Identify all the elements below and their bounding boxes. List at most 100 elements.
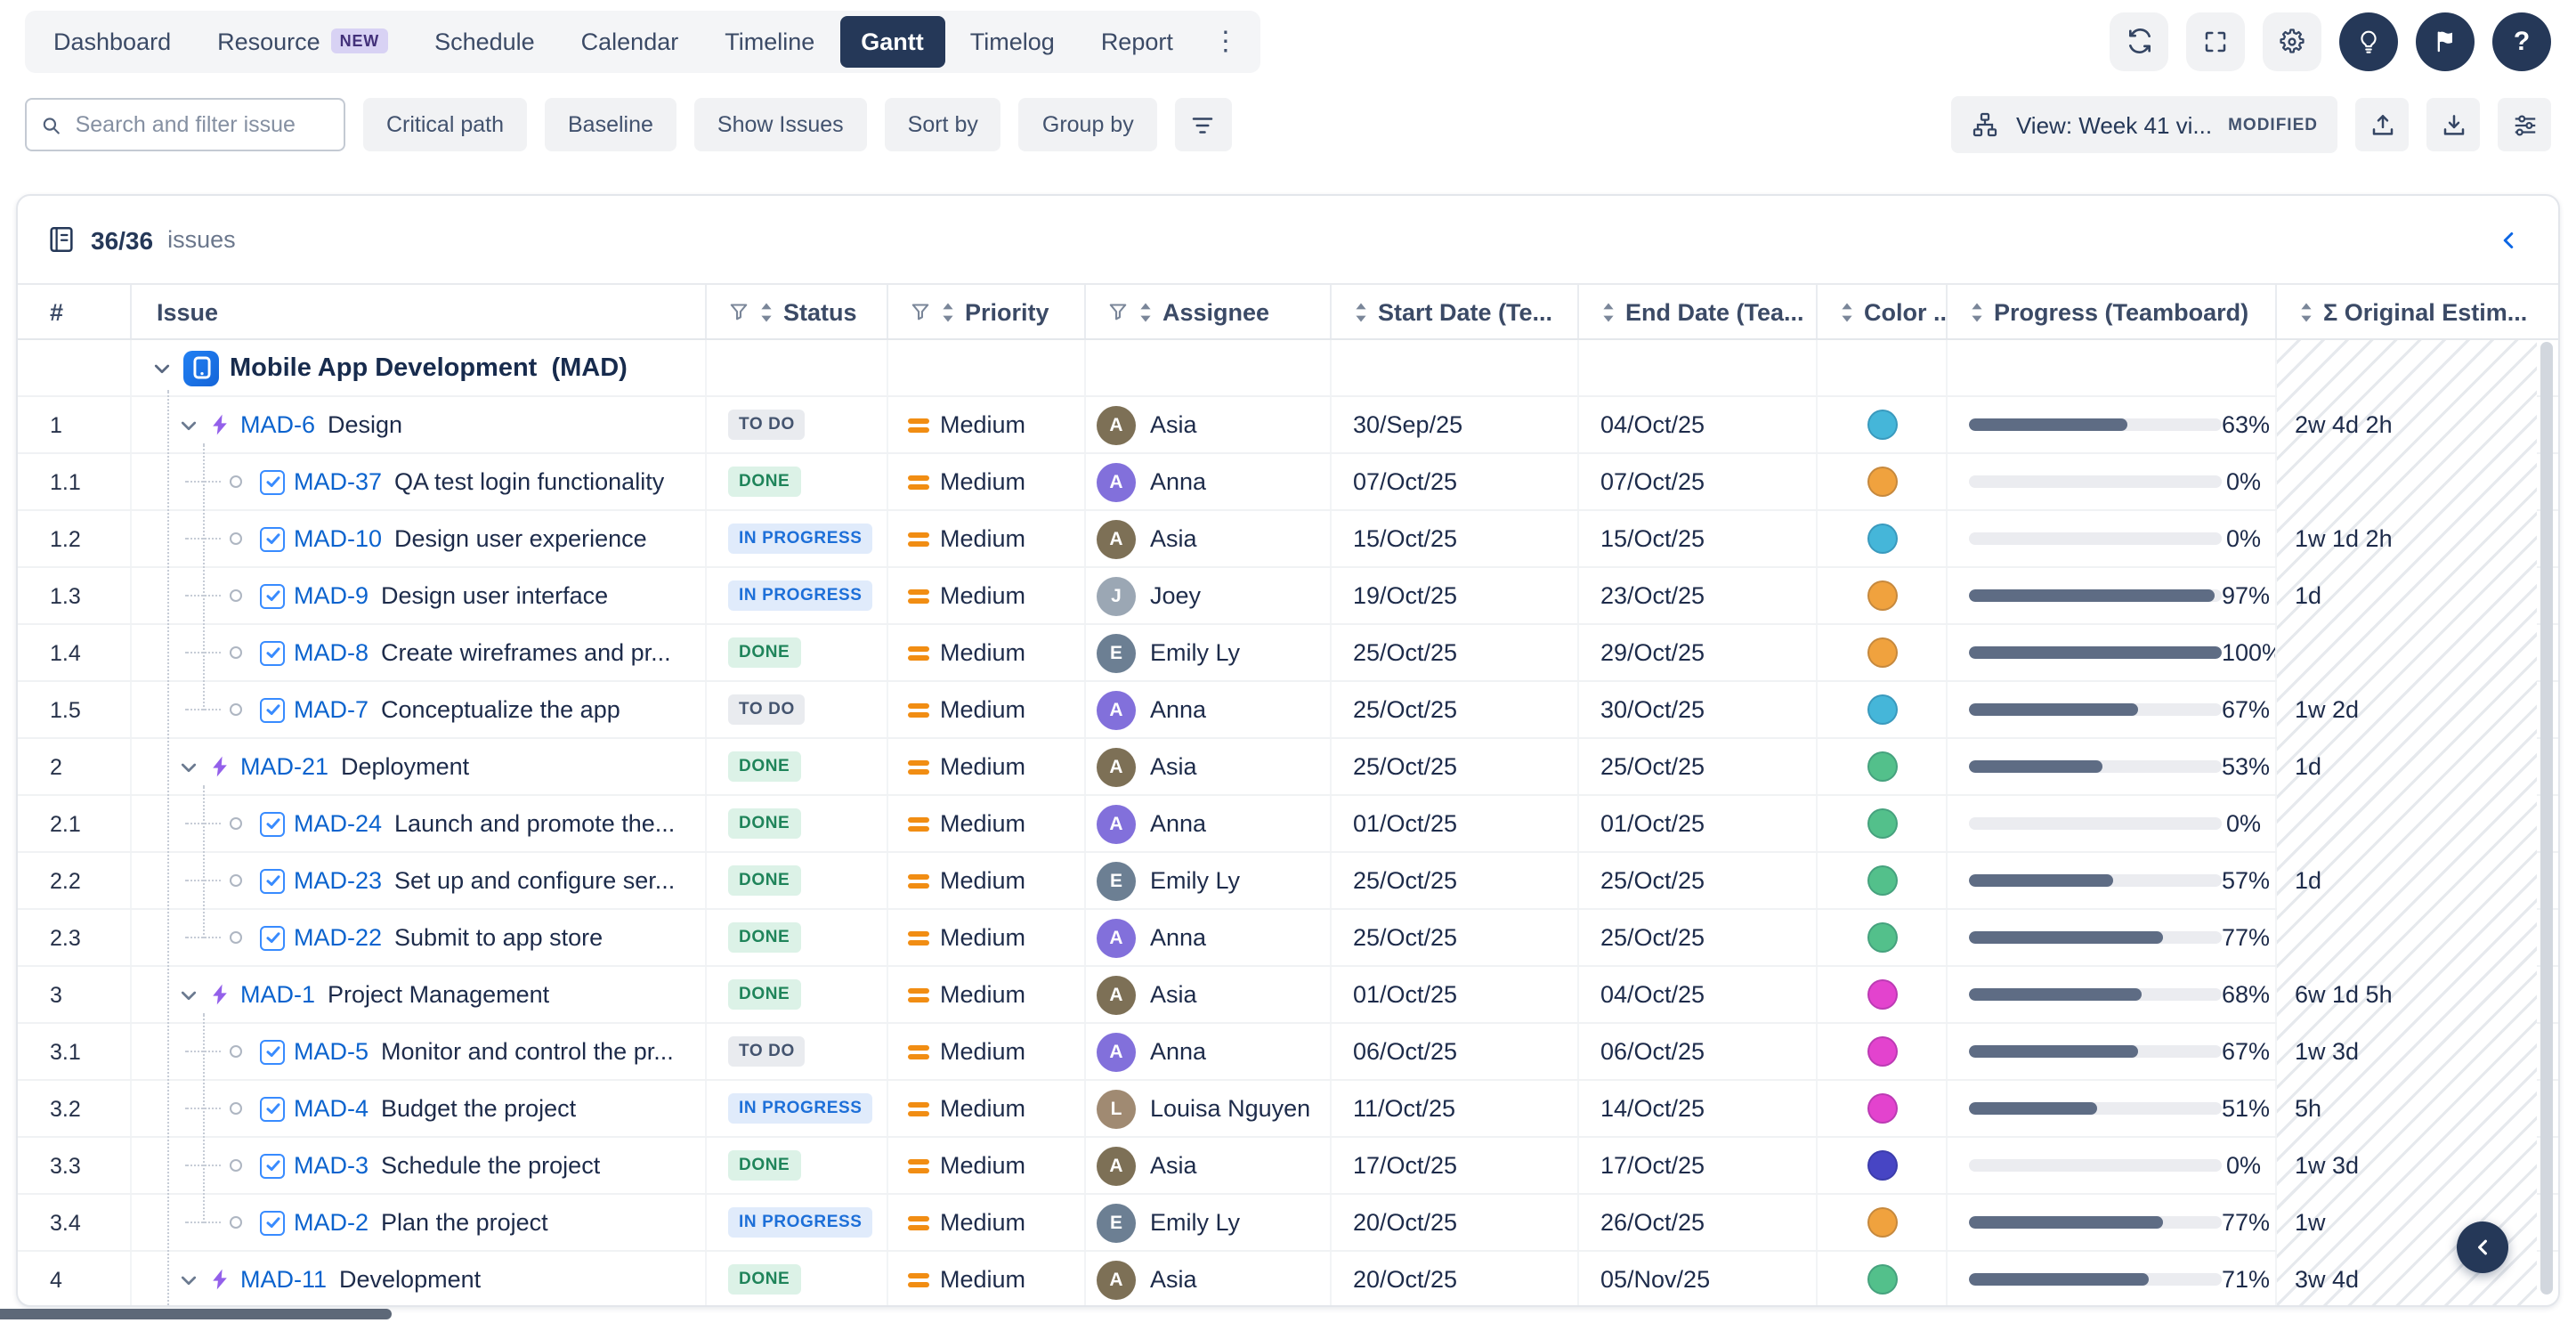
sort-icon[interactable] <box>1138 300 1154 323</box>
tab-gantt[interactable]: Gantt <box>839 15 945 67</box>
issue-row-mad-2[interactable]: 3.4 MAD-2Plan the project IN PROGRESS Me… <box>18 1195 2558 1252</box>
issue-key[interactable]: MAD-22 <box>294 924 382 951</box>
issue-key[interactable]: MAD-21 <box>240 753 328 780</box>
color-dot[interactable] <box>1867 1036 1898 1067</box>
chevron-down-icon[interactable] <box>151 357 173 378</box>
sort-icon[interactable] <box>1969 300 1985 323</box>
issue-row-mad-24[interactable]: 2.1 MAD-24Launch and promote the... DONE… <box>18 796 2558 853</box>
chevron-down-icon[interactable] <box>178 756 199 777</box>
issue-key[interactable]: MAD-10 <box>294 525 382 552</box>
issue-key[interactable]: MAD-5 <box>294 1038 369 1065</box>
settings-button[interactable] <box>2263 12 2321 70</box>
issue-row-mad-37[interactable]: 1.1 MAD-37QA test login functionality DO… <box>18 454 2558 511</box>
collapse-gantt-fab[interactable] <box>2457 1222 2508 1273</box>
issue-row-mad-10[interactable]: 1.2 MAD-10Design user experience IN PROG… <box>18 511 2558 568</box>
issue-row-mad-5[interactable]: 3.1 MAD-5Monitor and control the pr... T… <box>18 1024 2558 1081</box>
critical-path-button[interactable]: Critical path <box>363 98 527 151</box>
issue-row-mad-3[interactable]: 3.3 MAD-3Schedule the project DONE Mediu… <box>18 1138 2558 1195</box>
sort-icon[interactable] <box>1600 300 1616 323</box>
tab-report[interactable]: Report <box>1080 15 1195 67</box>
issue-key[interactable]: MAD-11 <box>240 1266 327 1293</box>
color-dot[interactable] <box>1867 865 1898 896</box>
issue-row-mad-1[interactable]: 3 MAD-1Project Management DONE Medium AA… <box>18 967 2558 1024</box>
column-header-assignee[interactable]: Assignee <box>1086 285 1332 338</box>
issue-row-mad-23[interactable]: 2.2 MAD-23Set up and configure ser... DO… <box>18 853 2558 910</box>
issue-key[interactable]: MAD-9 <box>294 582 369 609</box>
tab-dashboard[interactable]: Dashboard <box>32 15 192 67</box>
chevron-down-icon[interactable] <box>178 414 199 435</box>
sync-button[interactable] <box>2110 12 2168 70</box>
color-dot[interactable] <box>1867 580 1898 611</box>
color-dot[interactable] <box>1867 1207 1898 1238</box>
column-header-priority[interactable]: Priority <box>888 285 1086 338</box>
issue-row-mad-7[interactable]: 1.5 MAD-7Conceptualize the app TO DO Med… <box>18 682 2558 739</box>
column-header-color[interactable]: Color ... <box>1818 285 1948 338</box>
view-selector[interactable]: View: Week 41 vi... MODIFIED <box>1952 96 2337 153</box>
column-header-original-estim[interactable]: Σ Original Estim... <box>2277 285 2537 338</box>
chevron-down-icon[interactable] <box>178 984 199 1005</box>
column-header-progress-teamboard[interactable]: Progress (Teamboard) <box>1948 285 2277 338</box>
display-settings-button[interactable] <box>2498 98 2551 151</box>
issue-row-mad-22[interactable]: 2.3 MAD-22Submit to app store DONE Mediu… <box>18 910 2558 967</box>
issue-key[interactable]: MAD-24 <box>294 810 382 837</box>
column-header-issue[interactable]: Issue <box>132 285 707 338</box>
export-button[interactable] <box>2355 98 2409 151</box>
tab-schedule[interactable]: Schedule <box>413 15 556 67</box>
tab-timeline[interactable]: Timeline <box>703 15 836 67</box>
sort-by-button[interactable]: Sort by <box>885 98 1001 151</box>
color-dot[interactable] <box>1867 694 1898 725</box>
column-header-start-date-te[interactable]: Start Date (Te... <box>1332 285 1579 338</box>
color-dot[interactable] <box>1867 1150 1898 1181</box>
issue-key[interactable]: MAD-23 <box>294 867 382 894</box>
issue-key[interactable]: MAD-4 <box>294 1095 369 1122</box>
group-row-mad[interactable]: Mobile App Development (MAD) <box>18 340 2558 397</box>
collapse-panel-button[interactable] <box>2487 227 2530 252</box>
chevron-down-icon[interactable] <box>178 1269 199 1290</box>
sort-icon[interactable] <box>1839 300 1855 323</box>
issue-row-mad-4[interactable]: 3.2 MAD-4Budget the project IN PROGRESS … <box>18 1081 2558 1138</box>
sort-icon[interactable] <box>1353 300 1369 323</box>
filter-button[interactable] <box>1175 98 1232 151</box>
sort-icon[interactable] <box>940 300 956 323</box>
color-dot[interactable] <box>1867 637 1898 668</box>
issue-key[interactable]: MAD-1 <box>240 981 315 1008</box>
issue-row-mad-21[interactable]: 2 MAD-21Deployment DONE Medium AAsia 25/… <box>18 739 2558 796</box>
color-dot[interactable] <box>1867 979 1898 1010</box>
group-by-button[interactable]: Group by <box>1019 98 1157 151</box>
issue-key[interactable]: MAD-2 <box>294 1209 369 1236</box>
issue-row-mad-6[interactable]: 1 MAD-6Design TO DO Medium AAsia 30/Sep/… <box>18 397 2558 454</box>
color-dot[interactable] <box>1867 751 1898 782</box>
horizontal-scrollbar-thumb[interactable] <box>0 1309 392 1319</box>
fullscreen-button[interactable] <box>2186 12 2245 70</box>
color-dot[interactable] <box>1867 410 1898 440</box>
color-dot[interactable] <box>1867 1093 1898 1124</box>
issue-row-mad-8[interactable]: 1.4 MAD-8Create wireframes and pr... DON… <box>18 625 2558 682</box>
color-dot[interactable] <box>1867 524 1898 554</box>
color-dot[interactable] <box>1867 808 1898 839</box>
issue-key[interactable]: MAD-8 <box>294 639 369 666</box>
filter-icon[interactable] <box>1107 301 1129 322</box>
show-issues-button[interactable]: Show Issues <box>694 98 867 151</box>
color-dot[interactable] <box>1867 922 1898 953</box>
issue-key[interactable]: MAD-37 <box>294 468 382 495</box>
filter-icon[interactable] <box>728 301 749 322</box>
search-input[interactable] <box>72 110 329 139</box>
issue-key[interactable]: MAD-6 <box>240 411 315 438</box>
feedback-button[interactable] <box>2416 12 2475 70</box>
tab-resource[interactable]: ResourceNEW <box>196 15 409 67</box>
column-header-status[interactable]: Status <box>707 285 888 338</box>
tab-calendar[interactable]: Calendar <box>560 15 701 67</box>
filter-icon[interactable] <box>910 301 931 322</box>
column-header-[interactable]: # <box>18 285 132 338</box>
color-dot[interactable] <box>1867 1264 1898 1295</box>
sort-icon[interactable] <box>758 300 774 323</box>
more-tabs-button[interactable]: ⋮ <box>1198 18 1253 64</box>
baseline-button[interactable]: Baseline <box>545 98 676 151</box>
sort-icon[interactable] <box>2298 300 2314 323</box>
import-button[interactable] <box>2426 98 2480 151</box>
help-button[interactable]: ? <box>2492 12 2551 70</box>
color-dot[interactable] <box>1867 467 1898 497</box>
issue-row-mad-9[interactable]: 1.3 MAD-9Design user interface IN PROGRE… <box>18 568 2558 625</box>
column-header-end-date-tea[interactable]: End Date (Tea... <box>1579 285 1818 338</box>
tab-timelog[interactable]: Timelog <box>949 15 1076 67</box>
